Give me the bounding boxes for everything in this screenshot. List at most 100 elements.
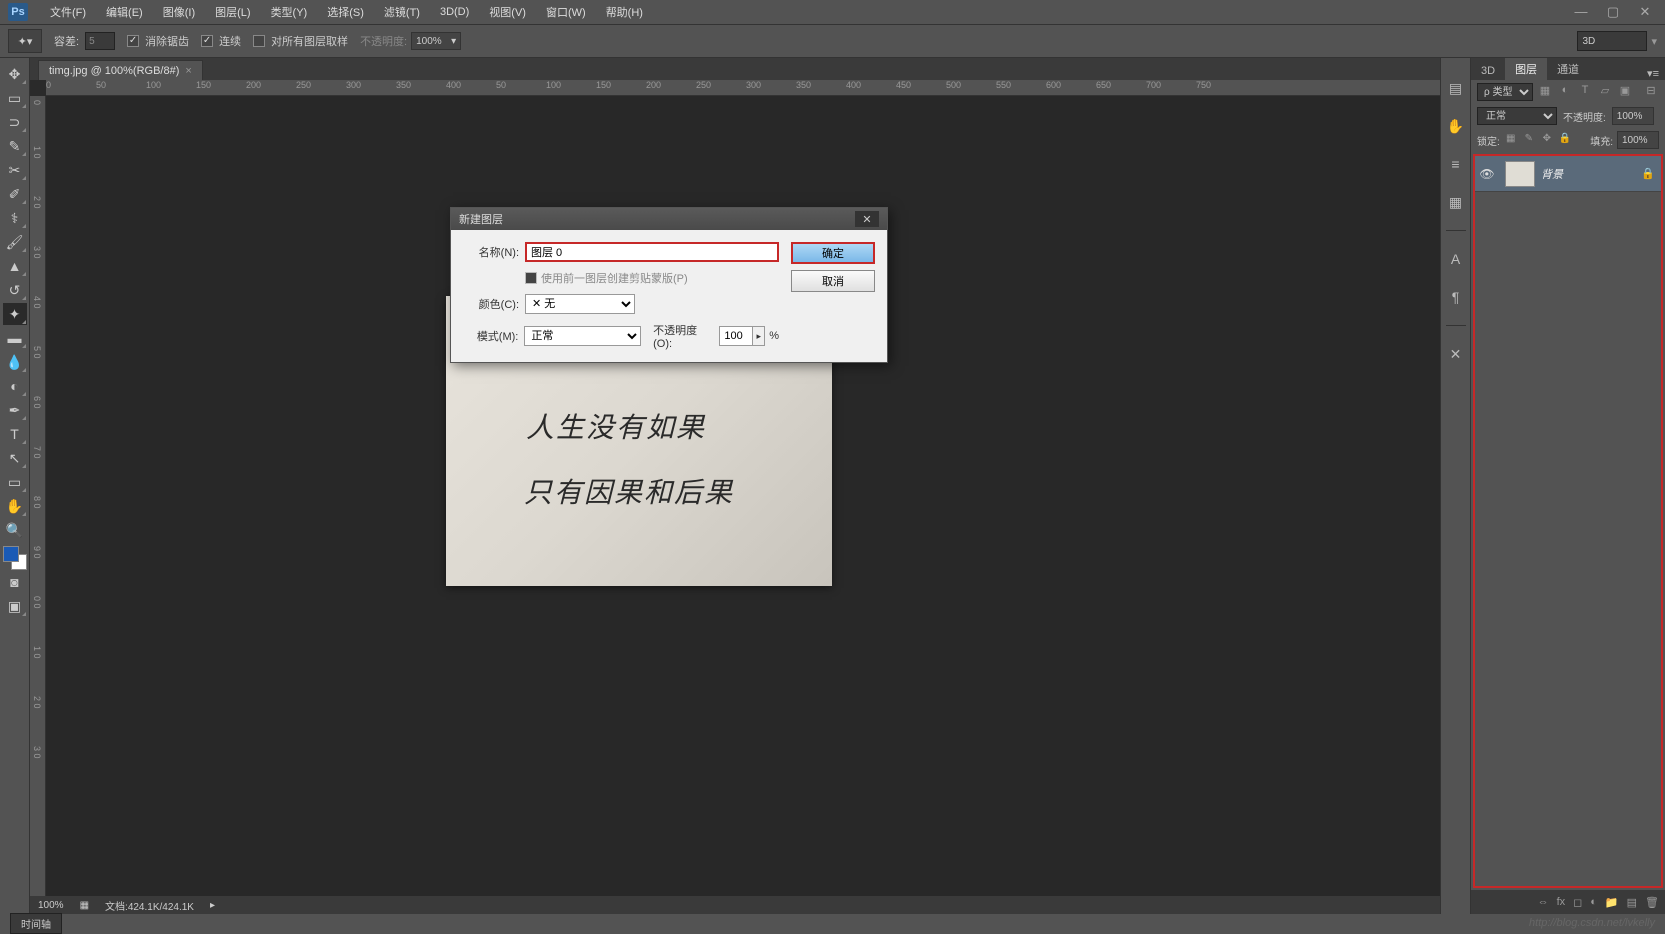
group-icon[interactable]: 📁 [1605, 896, 1619, 909]
color-swatches[interactable] [3, 546, 27, 570]
mode-dropdown[interactable]: 正常 [524, 326, 641, 346]
layer-mask-icon[interactable]: ◻ [1573, 896, 1582, 909]
filter-pixel-icon[interactable]: ▦ [1537, 84, 1553, 100]
brush-tool[interactable]: 🖌 [3, 231, 27, 253]
tools-preset-panel-icon[interactable]: ✕ [1446, 344, 1466, 364]
menu-image[interactable]: 图像(I) [153, 4, 205, 20]
dodge-tool[interactable]: ◐ [3, 375, 27, 397]
info-arrow-icon[interactable]: ▸ [210, 900, 215, 911]
lock-transparency-icon[interactable]: ▦ [1504, 133, 1518, 147]
close-icon[interactable]: × [185, 65, 191, 77]
minimize-button[interactable]: — [1569, 4, 1593, 20]
workspace-selector[interactable] [1577, 31, 1647, 51]
menu-window[interactable]: 窗口(W) [536, 4, 596, 20]
doc-info: 424.1K/424.1K [128, 902, 194, 913]
maximize-button[interactable]: ▢ [1601, 4, 1625, 20]
blur-tool[interactable]: 💧 [3, 351, 27, 373]
antialias-checkbox[interactable] [127, 35, 139, 47]
crop-tool[interactable]: ✂ [3, 159, 27, 181]
zoom-level[interactable]: 100% [38, 900, 64, 911]
paragraph-panel-icon[interactable]: ¶ [1446, 287, 1466, 307]
filter-smart-icon[interactable]: ▣ [1617, 84, 1633, 100]
close-button[interactable]: ✕ [1633, 4, 1657, 20]
ok-button[interactable]: 确定 [791, 242, 875, 264]
doc-info-label: 文档: [105, 902, 128, 913]
dialog-close-button[interactable]: ✕ [855, 211, 879, 227]
dialog-opacity-input[interactable] [719, 326, 753, 346]
sample-all-label: 对所有图层取样 [271, 33, 348, 49]
panel-menu-icon[interactable]: ▾≡ [1641, 67, 1665, 80]
layer-thumbnail[interactable] [1505, 161, 1535, 187]
hand-tool[interactable]: ✋ [3, 495, 27, 517]
lasso-tool[interactable]: ⊃ [3, 111, 27, 133]
document-tab[interactable]: timg.jpg @ 100%(RGB/8#) × [38, 60, 203, 80]
healing-tool[interactable]: ⚕ [3, 207, 27, 229]
lock-position-icon[interactable]: ✥ [1540, 133, 1554, 147]
shape-tool[interactable]: ▭ [3, 471, 27, 493]
filter-shape-icon[interactable]: ▱ [1597, 84, 1613, 100]
lock-all-icon[interactable]: 🔒 [1558, 133, 1572, 147]
tool-preset-picker[interactable]: ✦▾ [8, 29, 42, 53]
dialog-title-bar[interactable]: 新建图层 ✕ [451, 208, 887, 230]
contiguous-checkbox[interactable] [201, 35, 213, 47]
link-layers-icon[interactable]: ⇔ [1538, 896, 1549, 908]
new-layer-icon[interactable]: ▤ [1627, 896, 1637, 909]
layer-item-background[interactable]: 👁 背景 🔒 [1475, 156, 1661, 192]
filter-type-icon[interactable]: T [1577, 84, 1593, 100]
pen-tool[interactable]: ✒ [3, 399, 27, 421]
menu-file[interactable]: 文件(F) [40, 4, 96, 20]
foreground-color-swatch[interactable] [3, 546, 19, 562]
view-icon[interactable]: ▦ [80, 900, 89, 911]
gradient-tool[interactable]: ▬ [3, 327, 27, 349]
tab-layers[interactable]: 图层 [1505, 58, 1547, 80]
menu-view[interactable]: 视图(V) [479, 4, 536, 20]
properties-panel-icon[interactable]: ✋ [1446, 116, 1466, 136]
eyedropper-tool[interactable]: ✐ [3, 183, 27, 205]
fill-input[interactable]: 100% [1617, 131, 1659, 149]
layer-style-icon[interactable]: fx [1557, 896, 1566, 908]
menu-filter[interactable]: 滤镜(T) [374, 4, 430, 20]
menu-type[interactable]: 类型(Y) [261, 4, 318, 20]
tab-3d[interactable]: 3D [1471, 62, 1505, 80]
quick-select-tool[interactable]: ✎ [3, 135, 27, 157]
delete-layer-icon[interactable]: 🗑 [1645, 896, 1659, 909]
type-tool[interactable]: T [3, 423, 27, 445]
tolerance-input[interactable] [85, 32, 115, 50]
eraser-tool[interactable]: ✦ [3, 303, 27, 325]
filter-type-dropdown[interactable]: ρ 类型 [1477, 83, 1533, 101]
stamp-tool[interactable]: ▲ [3, 255, 27, 277]
screenmode-tool[interactable]: ▣ [3, 595, 27, 617]
visibility-toggle-icon[interactable]: 👁 [1475, 167, 1499, 181]
styles-panel-icon[interactable]: ▦ [1446, 192, 1466, 212]
color-dropdown[interactable]: ✕ 无 [525, 294, 635, 314]
marquee-tool[interactable]: ▭ [3, 87, 27, 109]
zoom-tool[interactable]: 🔍 [3, 519, 27, 541]
adjustments-panel-icon[interactable]: ≡ [1446, 154, 1466, 174]
workspace-menu-icon[interactable]: ▾ [1651, 35, 1657, 48]
lock-pixels-icon[interactable]: ✎ [1522, 133, 1536, 147]
menu-select[interactable]: 选择(S) [317, 4, 374, 20]
name-input[interactable] [525, 242, 779, 262]
move-tool[interactable]: ✥ [3, 63, 27, 85]
opacity-dropdown[interactable]: 100% ▾ [411, 32, 461, 50]
menu-edit[interactable]: 编辑(E) [96, 4, 153, 20]
sample-all-checkbox[interactable] [253, 35, 265, 47]
quickmask-tool[interactable]: ◙ [3, 571, 27, 593]
history-brush-tool[interactable]: ↺ [3, 279, 27, 301]
timeline-tab[interactable]: 时间轴 [10, 913, 62, 934]
history-panel-icon[interactable]: ▤ [1446, 78, 1466, 98]
filter-adjust-icon[interactable]: ◐ [1557, 84, 1573, 100]
menu-help[interactable]: 帮助(H) [596, 4, 653, 20]
filter-toggle-icon[interactable]: ⊟ [1643, 84, 1659, 100]
character-panel-icon[interactable]: A [1446, 249, 1466, 269]
tab-channels[interactable]: 通道 [1547, 58, 1589, 80]
opacity-arrow-icon[interactable]: ▸ [753, 326, 765, 346]
layer-name[interactable]: 背景 [1541, 166, 1641, 182]
adjustment-layer-icon[interactable]: ◐ [1590, 896, 1597, 908]
blend-opacity-input[interactable]: 100% [1612, 107, 1654, 125]
path-select-tool[interactable]: ↖ [3, 447, 27, 469]
menu-3d[interactable]: 3D(D) [430, 6, 479, 18]
cancel-button[interactable]: 取消 [791, 270, 875, 292]
menu-layer[interactable]: 图层(L) [205, 4, 260, 20]
blend-mode-dropdown[interactable]: 正常 [1477, 107, 1557, 125]
